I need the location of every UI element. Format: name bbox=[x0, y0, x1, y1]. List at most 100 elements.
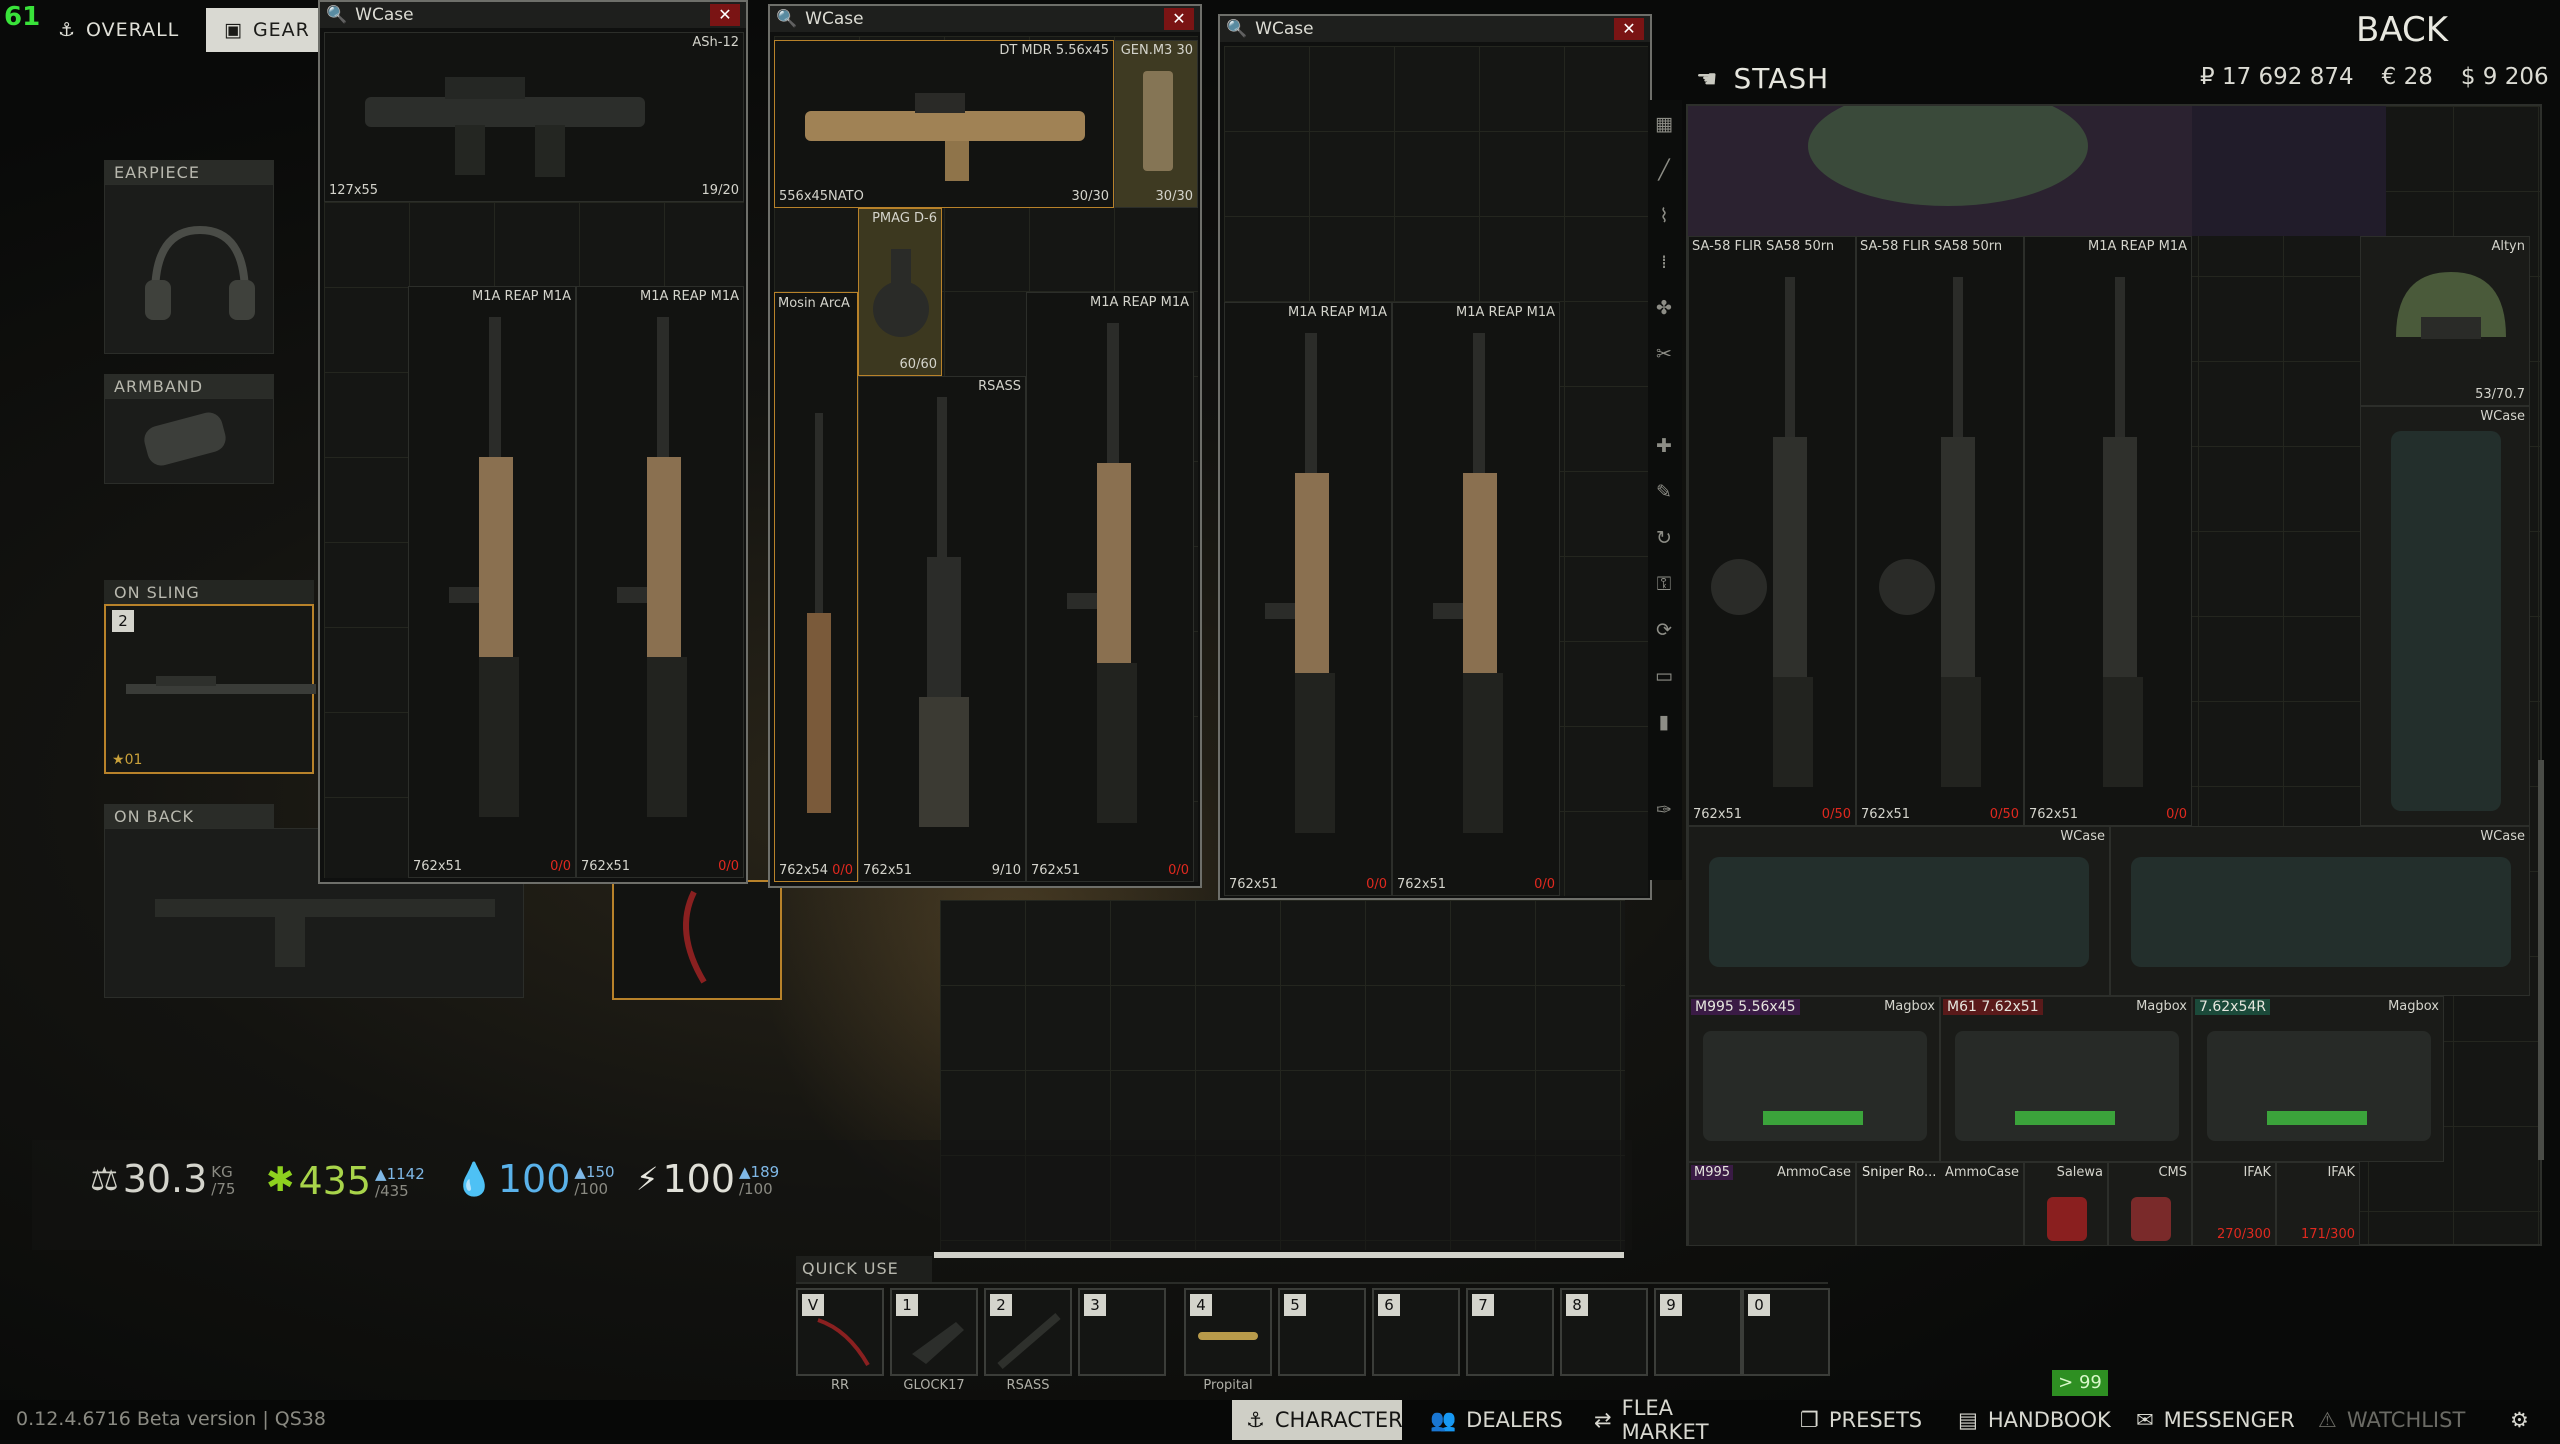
quick-slot-7[interactable]: 7 bbox=[1466, 1288, 1554, 1376]
close-button[interactable]: ✕ bbox=[710, 4, 740, 26]
back-button[interactable]: BACK bbox=[2356, 10, 2448, 50]
stash-ifak[interactable]: IFAK 270/300 bbox=[2192, 1162, 2276, 1246]
close-button[interactable]: ✕ bbox=[1614, 18, 1644, 40]
filter-all-icon[interactable]: ▦ bbox=[1652, 112, 1676, 136]
item-m1a[interactable]: M1A REAP M1A 762x51 0/0 bbox=[408, 286, 576, 878]
notification-badge[interactable]: > 99 bbox=[2052, 1370, 2108, 1396]
wcase-window-1[interactable]: 🔍 WCase ✕ ASh-12 127x55 19/20 M1A REAP M… bbox=[318, 0, 748, 884]
slot-on-sling-weapon[interactable]: 2 ★01 bbox=[104, 604, 316, 774]
item-caliber: 762x51 bbox=[1031, 863, 1081, 878]
stash-scrollbar[interactable] bbox=[2538, 760, 2544, 1160]
quick-slot-key: 8 bbox=[1566, 1294, 1588, 1316]
window-header[interactable]: 🔍 WCase ✕ bbox=[770, 6, 1200, 32]
filter-medical-icon[interactable]: ✚ bbox=[1652, 434, 1676, 458]
slot-armband[interactable]: ARMBAND bbox=[104, 374, 274, 484]
quick-slot-1[interactable]: 1 bbox=[890, 1288, 978, 1376]
energy-delta: ▲189 bbox=[739, 1163, 780, 1181]
item-ammo: 30/30 bbox=[1071, 189, 1109, 204]
tab-gear[interactable]: ▣ GEAR bbox=[206, 8, 326, 52]
wcase-window-3[interactable]: 🔍 WCase ✕ M1A REAP M1A 762x51 0/0 M1A RE… bbox=[1218, 14, 1652, 900]
filter-barter-icon[interactable]: ↻ bbox=[1652, 526, 1676, 550]
quick-slot-key: 5 bbox=[1284, 1294, 1306, 1316]
close-button[interactable]: ✕ bbox=[1164, 8, 1194, 30]
item-m1a[interactable]: M1A REAP M1A 762x51 0/0 bbox=[576, 286, 744, 878]
quick-slot-6[interactable]: 6 bbox=[1372, 1288, 1460, 1376]
stash-wcase[interactable]: WCase bbox=[2110, 826, 2530, 996]
filter-injector-icon[interactable]: ✎ bbox=[1652, 480, 1676, 504]
water-drop-icon: 💧 bbox=[454, 1160, 494, 1198]
stash-wcase[interactable]: WCase bbox=[1688, 826, 2110, 996]
item-m1a[interactable]: M1A REAP M1A 762x51 0/0 bbox=[1026, 292, 1194, 882]
item-ammo: 60/60 bbox=[899, 357, 937, 372]
nav-dealers[interactable]: 👥 DEALERS bbox=[1416, 1400, 1572, 1440]
presets-icon: ❐ bbox=[1800, 1408, 1819, 1432]
item-rsass[interactable]: RSASS 762x51 9/10 bbox=[858, 376, 1026, 882]
item-m1a[interactable]: M1A REAP M1A 762x51 0/0 bbox=[1392, 302, 1560, 896]
stash-ammocase[interactable]: M995 AmmoCase bbox=[1688, 1162, 1856, 1246]
stash-salewa[interactable]: Salewa bbox=[2024, 1162, 2108, 1246]
quick-slot-8[interactable]: 8 bbox=[1560, 1288, 1648, 1376]
settings-button[interactable]: ⚙ bbox=[2496, 1400, 2552, 1440]
item-tag: M61 7.62x51 bbox=[1943, 999, 2043, 1015]
item-ash12[interactable]: ASh-12 127x55 19/20 bbox=[324, 32, 744, 202]
stash-magbox[interactable]: M61 7.62x51 Magbox bbox=[1940, 996, 2192, 1162]
quick-slot-5[interactable]: 5 bbox=[1278, 1288, 1366, 1376]
stash-weapon-sa58[interactable]: SA-58 FLIR SA58 50rn 762x51 0/50 bbox=[1688, 236, 1856, 826]
hidden-slot[interactable] bbox=[612, 880, 782, 1000]
window-header[interactable]: 🔍 WCase ✕ bbox=[1220, 16, 1650, 42]
nav-flea-market[interactable]: ⇄ FLEA MARKET bbox=[1580, 1396, 1780, 1444]
filter-knife-icon[interactable]: ⌇ bbox=[1652, 204, 1676, 228]
slot-on-sling[interactable]: ON SLING bbox=[104, 580, 314, 604]
stash-weapon-sa58[interactable]: SA-58 FLIR SA58 50rn 762x51 0/50 bbox=[1856, 236, 2024, 826]
filter-weapons-icon[interactable]: ╱ bbox=[1652, 158, 1676, 182]
filter-map-icon[interactable]: ✑ bbox=[1652, 798, 1676, 822]
slot-earpiece[interactable]: EARPIECE bbox=[104, 160, 274, 354]
stash-ifak[interactable]: IFAK 171/300 bbox=[2276, 1162, 2360, 1246]
item-tag: M995 5.56x45 bbox=[1691, 999, 1800, 1015]
item-name: CMS bbox=[2158, 1165, 2187, 1180]
stash-magbox[interactable]: 7.62x54R Magbox bbox=[2192, 996, 2444, 1162]
item-gen-m3[interactable]: GEN.M3 30 30/30 bbox=[1114, 40, 1198, 208]
nav-presets[interactable]: ❐ PRESETS bbox=[1786, 1400, 1942, 1440]
quick-slot-4[interactable]: 4 bbox=[1184, 1288, 1272, 1376]
slot-on-back[interactable]: ON BACK bbox=[104, 804, 274, 828]
item-mdr[interactable]: DT MDR 5.56x45 556x45NATO 30/30 bbox=[774, 40, 1114, 208]
quick-slot-3[interactable]: 3 bbox=[1078, 1288, 1166, 1376]
quick-slot-9[interactable]: 9 bbox=[1654, 1288, 1742, 1376]
quick-slot-0[interactable]: 0 bbox=[1742, 1288, 1830, 1376]
fps-counter: 61 bbox=[4, 2, 41, 32]
window-title: WCase bbox=[355, 5, 414, 25]
weight-unit: KG bbox=[211, 1163, 233, 1181]
quick-slot-v[interactable]: V bbox=[796, 1288, 884, 1376]
stash-magbox[interactable]: M995 5.56x45 Magbox bbox=[1688, 996, 1940, 1162]
item-m1a[interactable]: M1A REAP M1A 762x51 0/0 bbox=[1224, 302, 1392, 896]
nav-character[interactable]: ⚓ CHARACTER bbox=[1232, 1400, 1403, 1440]
sling-count: 01 bbox=[124, 752, 143, 768]
filter-keys-icon[interactable]: ⚿ bbox=[1652, 572, 1676, 596]
rifle-icon bbox=[1711, 277, 1813, 787]
nav-handbook[interactable]: ▤ HANDBOOK bbox=[1944, 1400, 2120, 1440]
tab-overall[interactable]: ⚓ OVERALL bbox=[40, 8, 205, 52]
nav-messenger[interactable]: ✉ MESSENGER bbox=[2122, 1400, 2302, 1440]
stash-helmet-altyn[interactable]: Altyn 53/70.7 bbox=[2360, 236, 2530, 406]
stash-item-top[interactable] bbox=[1688, 86, 2192, 236]
filter-gear-icon[interactable]: ✤ bbox=[1652, 296, 1676, 320]
wcase-window-2[interactable]: 🔍 WCase ✕ DT MDR 5.56x45 556x45NATO 30/3… bbox=[768, 4, 1202, 888]
item-caliber: 762x51 bbox=[1693, 807, 1743, 822]
item-pmag-d6[interactable]: PMAG D-6 60/60 bbox=[858, 208, 942, 376]
stash-ammocase[interactable]: Sniper Ro... AmmoCase bbox=[1856, 1162, 2024, 1246]
filter-tools-icon[interactable]: ✂ bbox=[1652, 342, 1676, 366]
quick-slot-2[interactable]: 2 bbox=[984, 1288, 1072, 1376]
stash-wcase-vertical[interactable]: WCase bbox=[2360, 406, 2530, 826]
item-mosin[interactable]: Mosin ArcA 762x54 0/0 bbox=[774, 292, 858, 882]
window-header[interactable]: 🔍 WCase ✕ bbox=[320, 2, 746, 28]
nav-watchlist[interactable]: ⚠ WATCHLIST bbox=[2304, 1400, 2494, 1440]
filter-ammo-icon[interactable]: ⁞ bbox=[1652, 250, 1676, 274]
weight-max: /75 bbox=[211, 1180, 236, 1198]
filter-info-icon[interactable]: ⟳ bbox=[1652, 618, 1676, 642]
stash-weapon-m1a[interactable]: M1A REAP M1A 762x51 0/0 bbox=[2024, 236, 2192, 826]
filter-containers-icon[interactable]: ▭ bbox=[1652, 664, 1676, 688]
hydration-max: /100 bbox=[574, 1180, 609, 1198]
filter-armor-icon[interactable]: ▮ bbox=[1652, 710, 1676, 734]
stash-cms[interactable]: CMS bbox=[2108, 1162, 2192, 1246]
